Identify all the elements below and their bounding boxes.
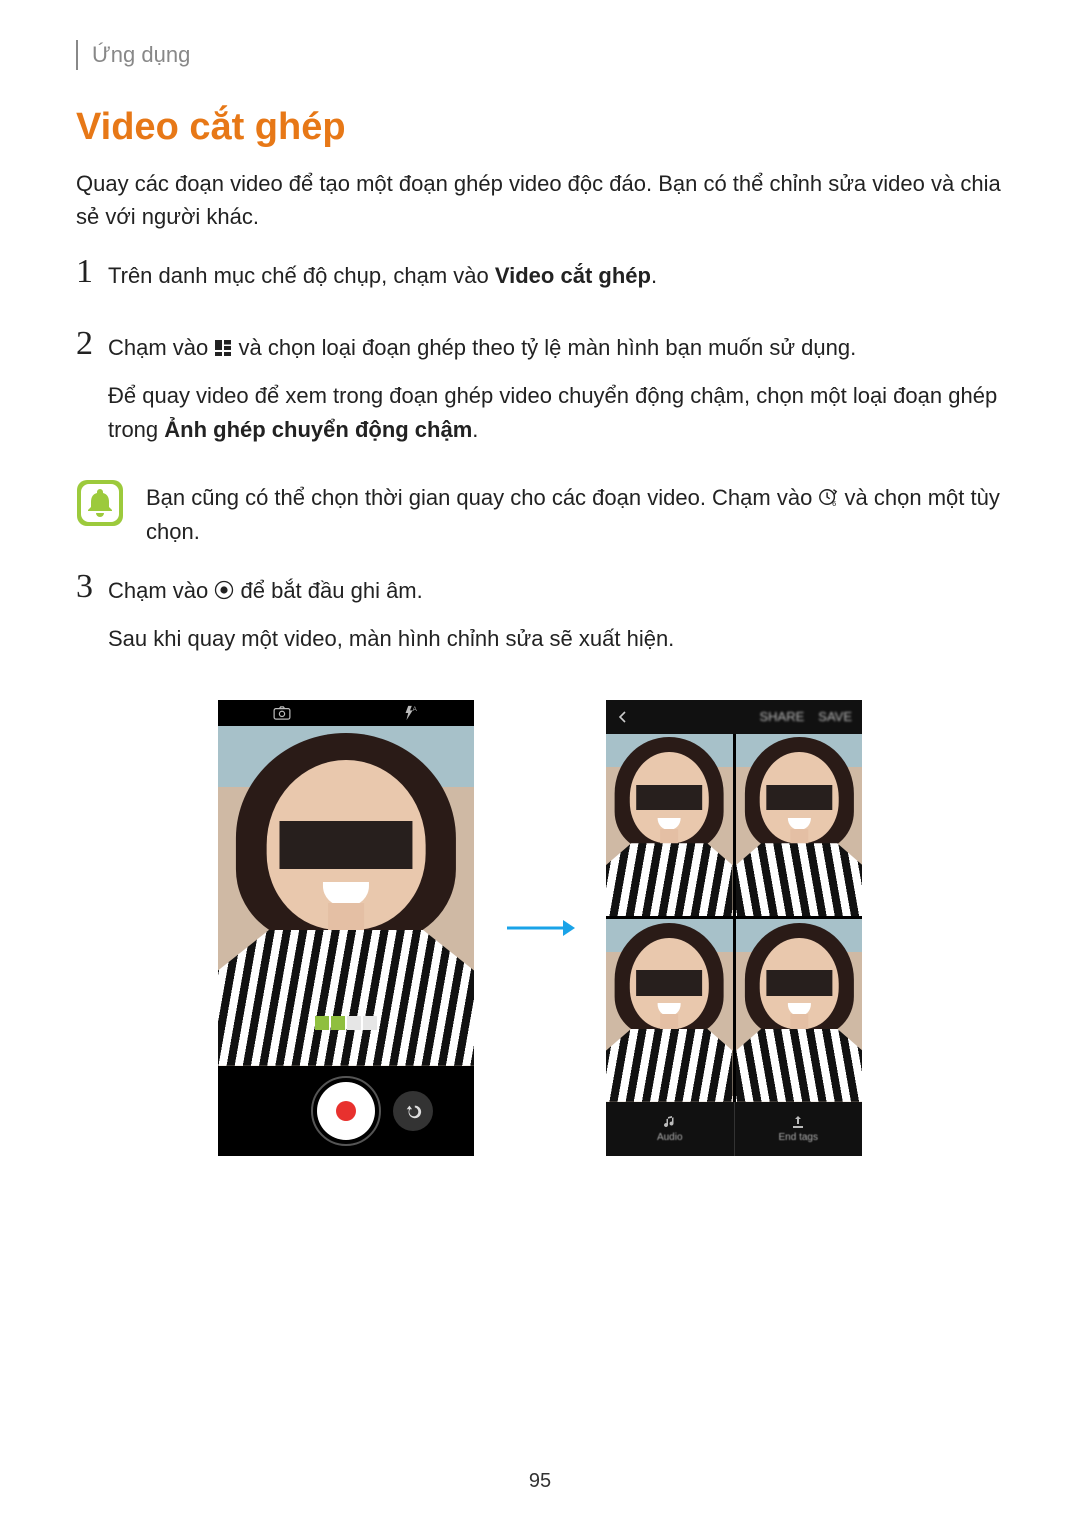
collage-cell[interactable]	[736, 919, 863, 1102]
record-icon	[214, 580, 234, 600]
phone-editor-screen: SHARE SAVE Audio End tags	[606, 700, 862, 1156]
back-icon[interactable]	[616, 710, 630, 724]
grid-icon	[214, 339, 232, 357]
music-button[interactable]: Audio	[606, 1102, 734, 1156]
bell-icon	[76, 479, 124, 527]
section-title: Video cắt ghép	[76, 106, 1004, 149]
camera-bottom-bar	[218, 1066, 474, 1156]
note-text: Bạn cũng có thể chọn thời gian quay cho …	[146, 479, 1004, 549]
step-item: 2Chạm vào và chọn loại đoạn ghép theo tỷ…	[76, 327, 1004, 461]
save-button[interactable]: SAVE	[818, 709, 852, 724]
step-body: Chạm vào để bắt đầu ghi âm.Sau khi quay …	[108, 570, 674, 670]
editor-topbar: SHARE SAVE	[606, 700, 862, 734]
camera-preview	[218, 726, 474, 1066]
arrow-icon	[504, 915, 576, 941]
note-box: Bạn cũng có thể chọn thời gian quay cho …	[76, 479, 1004, 549]
breadcrumb-bar	[76, 40, 78, 70]
editor-bottom-bar: Audio End tags	[606, 1102, 862, 1156]
undo-button[interactable]	[393, 1091, 433, 1131]
step-number: 2	[76, 327, 108, 361]
share-button[interactable]: SHARE	[759, 709, 804, 724]
collage-cell[interactable]	[606, 734, 733, 917]
svg-text:6: 6	[833, 499, 837, 507]
step-item: 1Trên danh mục chế độ chụp, chạm vào Vid…	[76, 255, 1004, 307]
collage-grid	[606, 734, 862, 1102]
step-body: Trên danh mục chế độ chụp, chạm vào Vide…	[108, 255, 657, 307]
collage-cell[interactable]	[736, 734, 863, 917]
intro-text: Quay các đoạn video để tạo một đoạn ghép…	[76, 167, 1004, 233]
step-number: 1	[76, 255, 108, 289]
breadcrumb-label: Ứng dụng	[92, 42, 190, 68]
step-body: Chạm vào và chọn loại đoạn ghép theo tỷ …	[108, 327, 1004, 461]
clock-icon: 6	[818, 487, 838, 507]
camera-topbar: A	[218, 700, 474, 726]
breadcrumb: Ứng dụng	[76, 40, 1004, 70]
figure: A	[76, 700, 1004, 1156]
step-item: 3Chạm vào để bắt đầu ghi âm.Sau khi quay…	[76, 570, 1004, 670]
svg-text:A: A	[413, 706, 418, 713]
flash-auto-icon: A	[401, 705, 419, 721]
page-number: 95	[0, 1470, 1080, 1493]
steps-list: 1Trên danh mục chế độ chụp, chạm vào Vid…	[76, 255, 1004, 670]
music-icon	[662, 1114, 678, 1130]
collage-progress-icon	[315, 1016, 377, 1030]
tags-button[interactable]: End tags	[735, 1102, 863, 1156]
step-number: 3	[76, 570, 108, 604]
phone-camera-screen: A	[218, 700, 474, 1156]
record-button[interactable]	[317, 1082, 375, 1140]
upload-icon	[790, 1114, 806, 1130]
camera-switch-icon	[273, 706, 291, 720]
collage-cell[interactable]	[606, 919, 733, 1102]
